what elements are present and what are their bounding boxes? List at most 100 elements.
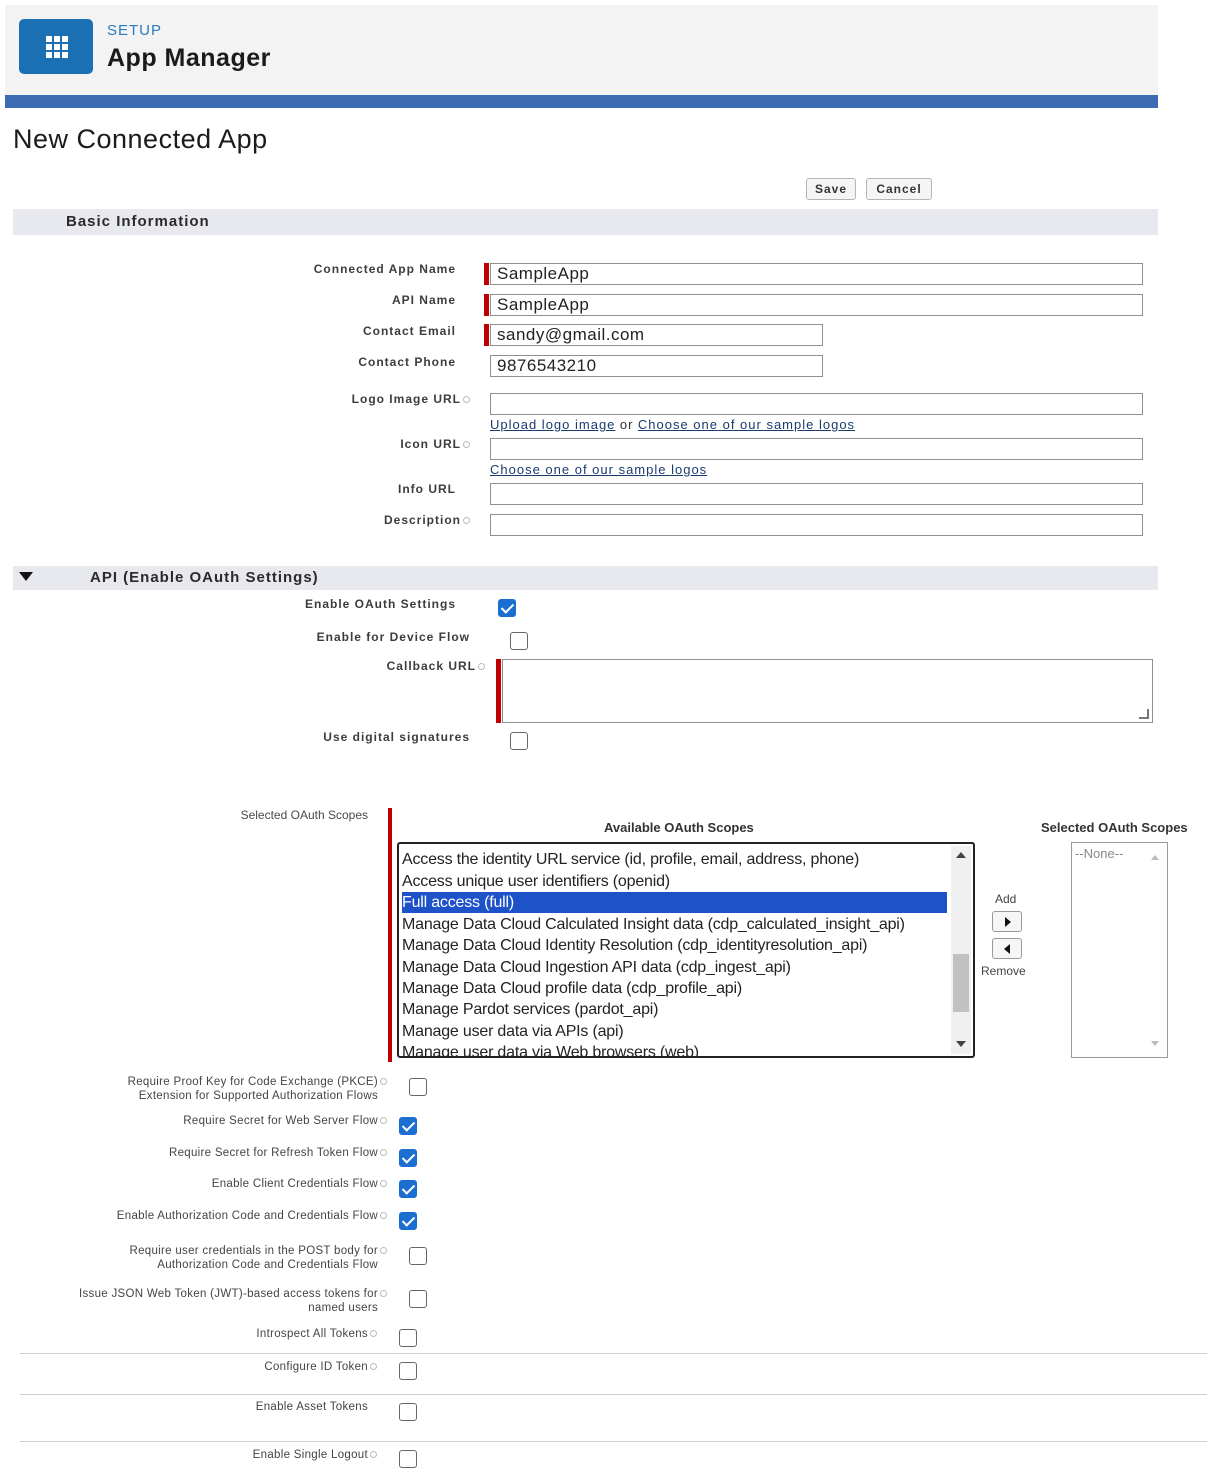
remove-label: Remove xyxy=(981,964,1026,978)
contact-phone-field[interactable]: 9876543210 xyxy=(490,355,823,377)
scope-option[interactable]: Access unique user identifiers (openid) xyxy=(402,871,947,892)
page-title: New Connected App xyxy=(13,124,268,154)
cancel-button[interactable]: Cancel xyxy=(866,178,932,200)
available-scopes-list[interactable]: Access the identity URL service (id, pro… xyxy=(397,842,975,1058)
scope-option-selected[interactable]: Full access (full) xyxy=(402,892,947,913)
logo-url-label-text: Logo Image URL xyxy=(351,392,461,406)
configure-id-token-checkbox[interactable] xyxy=(399,1362,417,1380)
digital-signatures-checkbox[interactable] xyxy=(510,732,528,750)
save-button[interactable]: Save xyxy=(806,178,856,200)
info-icon[interactable] xyxy=(380,1078,387,1086)
none-option[interactable]: --None-- xyxy=(1075,846,1123,861)
remove-scope-button[interactable] xyxy=(992,938,1022,959)
enable-oauth-checkbox[interactable] xyxy=(498,599,516,617)
info-icon[interactable] xyxy=(463,396,470,404)
scope-option[interactable]: Manage Data Cloud profile data (cdp_prof… xyxy=(402,978,947,999)
info-icon[interactable] xyxy=(380,1180,387,1188)
header-band xyxy=(5,95,1158,108)
description-field[interactable] xyxy=(490,514,1143,536)
scope-option[interactable]: Manage Data Cloud Calculated Insight dat… xyxy=(402,914,947,935)
logo-url-field[interactable] xyxy=(490,393,1143,415)
selected-scopes-header: Selected OAuth Scopes xyxy=(1041,820,1188,835)
choose-sample-icon-link[interactable]: Choose one of our sample logos xyxy=(490,462,707,477)
callback-url-textarea[interactable] xyxy=(502,659,1153,723)
collapse-caret-icon[interactable] xyxy=(19,572,33,581)
divider xyxy=(20,1441,1207,1442)
upload-logo-link[interactable]: Upload logo image xyxy=(490,417,615,432)
introspect-tokens-checkbox[interactable] xyxy=(399,1329,417,1347)
contact-email-field[interactable]: sandy@gmail.com xyxy=(490,324,823,346)
asset-tokens-checkbox[interactable] xyxy=(399,1403,417,1421)
callback-url-label: Callback URL xyxy=(387,659,485,673)
info-icon[interactable] xyxy=(370,1330,377,1338)
scope-option[interactable]: Manage Data Cloud Ingestion API data (cd… xyxy=(402,957,947,978)
auth-code-credentials-label: Enable Authorization Code and Credential… xyxy=(117,1209,387,1223)
post-body-credentials-checkbox[interactable] xyxy=(409,1247,427,1265)
header-title: App Manager xyxy=(107,44,271,72)
arrow-left-icon xyxy=(1004,944,1010,954)
icon-links: Choose one of our sample logos xyxy=(490,461,707,479)
asset-tokens-label: Enable Asset Tokens xyxy=(255,1401,368,1413)
info-icon[interactable] xyxy=(370,1451,377,1459)
configure-id-token-label: Configure ID Token xyxy=(264,1360,377,1374)
info-icon[interactable] xyxy=(380,1290,387,1298)
resize-grip-icon[interactable] xyxy=(1139,709,1149,719)
scope-option[interactable]: Access the identity URL service (id, pro… xyxy=(402,849,947,870)
refresh-token-secret-checkbox[interactable] xyxy=(399,1149,417,1167)
arrow-right-icon xyxy=(1005,917,1011,927)
contact-email-label: Contact Email xyxy=(362,324,456,338)
info-icon[interactable] xyxy=(478,663,485,671)
pkce-checkbox[interactable] xyxy=(409,1078,427,1096)
scroll-thumb[interactable] xyxy=(953,954,969,1012)
info-icon[interactable] xyxy=(380,1212,387,1220)
scroll-down-icon[interactable] xyxy=(1151,1041,1159,1046)
divider xyxy=(20,1353,1207,1354)
scope-option[interactable]: Manage user data via APIs (api) xyxy=(402,1021,947,1042)
jwt-tokens-checkbox[interactable] xyxy=(409,1290,427,1308)
api-name-field[interactable]: SampleApp xyxy=(490,294,1143,316)
app-name-field[interactable]: SampleApp xyxy=(490,263,1143,285)
scrollbar[interactable] xyxy=(951,846,971,1054)
info-url-label: Info URL xyxy=(398,482,456,496)
pkce-label-line2: Extension for Supported Authorization Fl… xyxy=(138,1090,378,1102)
scroll-down-icon[interactable] xyxy=(956,1041,966,1047)
scope-option[interactable]: Manage Pardot services (pardot_api) xyxy=(402,999,947,1020)
jwt-tokens-label: Issue JSON Web Token (JWT)-based access … xyxy=(79,1287,387,1315)
info-icon[interactable] xyxy=(370,1363,377,1371)
info-icon[interactable] xyxy=(380,1247,387,1255)
info-icon[interactable] xyxy=(463,441,470,449)
digital-signatures-label: Use digital signatures xyxy=(323,730,470,744)
callback-url-label-text: Callback URL xyxy=(386,659,476,673)
setup-label: SETUP xyxy=(107,22,163,39)
description-label: Description xyxy=(384,513,470,527)
refresh-token-secret-label: Require Secret for Refresh Token Flow xyxy=(169,1146,387,1160)
device-flow-checkbox[interactable] xyxy=(510,632,528,650)
client-credentials-checkbox[interactable] xyxy=(399,1180,417,1198)
post-body-credentials-label: Require user credentials in the POST bod… xyxy=(129,1244,387,1272)
web-server-secret-label: Require Secret for Web Server Flow xyxy=(183,1114,387,1128)
icon-url-field[interactable] xyxy=(490,438,1143,460)
logo-links: Upload logo image or Choose one of our s… xyxy=(490,416,855,434)
available-scopes-header: Available OAuth Scopes xyxy=(604,820,754,835)
info-icon[interactable] xyxy=(380,1149,387,1157)
pkce-label: Require Proof Key for Code Exchange (PKC… xyxy=(128,1075,387,1103)
info-url-field[interactable] xyxy=(490,483,1143,505)
info-icon[interactable] xyxy=(380,1117,387,1125)
scope-option[interactable]: Manage Data Cloud Identity Resolution (c… xyxy=(402,935,947,956)
app-grid-icon[interactable] xyxy=(19,19,93,74)
single-logout-checkbox[interactable] xyxy=(399,1450,417,1468)
scroll-up-icon[interactable] xyxy=(1151,855,1159,860)
choose-sample-logo-link[interactable]: Choose one of our sample logos xyxy=(638,417,855,432)
or-text: or xyxy=(619,417,634,432)
scroll-up-icon[interactable] xyxy=(956,852,966,858)
scope-option[interactable]: Manage user data via Web browsers (web) xyxy=(402,1042,947,1056)
web-server-secret-checkbox[interactable] xyxy=(399,1117,417,1135)
introspect-tokens-label: Introspect All Tokens xyxy=(256,1327,377,1341)
auth-code-credentials-checkbox[interactable] xyxy=(399,1212,417,1230)
add-scope-button[interactable] xyxy=(992,911,1022,932)
info-icon[interactable] xyxy=(463,517,470,525)
enable-oauth-label: Enable OAuth Settings xyxy=(304,597,456,611)
required-marker xyxy=(484,263,489,285)
basic-info-section-title: Basic Information xyxy=(66,213,210,230)
selected-scopes-list[interactable]: --None-- xyxy=(1071,842,1168,1058)
